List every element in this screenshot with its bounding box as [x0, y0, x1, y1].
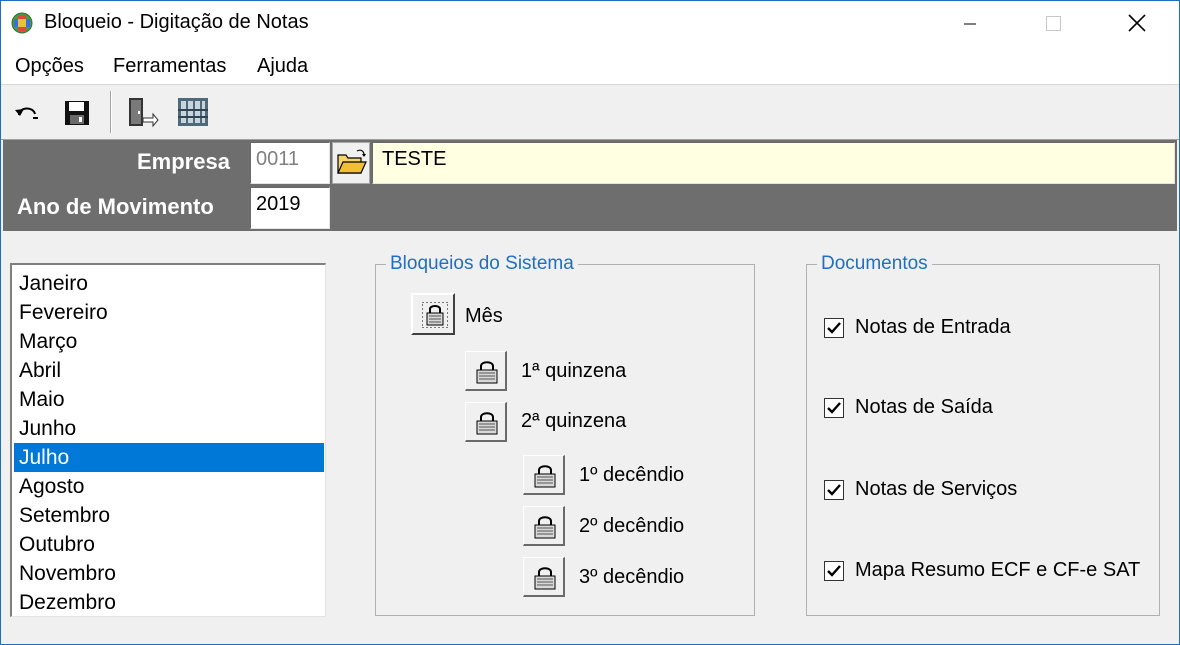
- list-item[interactable]: Junho: [14, 414, 324, 443]
- list-item[interactable]: Setembro: [14, 501, 324, 530]
- save-button[interactable]: [59, 94, 95, 130]
- list-item-selected[interactable]: Julho: [14, 443, 324, 472]
- lock-decendio-2-button[interactable]: [523, 506, 565, 546]
- list-item[interactable]: Maio: [14, 385, 324, 414]
- list-item[interactable]: Dezembro: [14, 588, 324, 616]
- main-window: Bloqueio - Digitação de Notas Opções Fer…: [0, 0, 1180, 645]
- folder-open-icon: [337, 149, 367, 174]
- window-title: Bloqueio - Digitação de Notas: [44, 11, 309, 33]
- decendio-1-label: 1º decêndio: [579, 464, 685, 486]
- bloqueios-group: Bloqueios do Sistema Mês 1ª quinzena 2ª …: [375, 253, 755, 616]
- list-item[interactable]: Março: [14, 327, 324, 356]
- list-item[interactable]: Abril: [14, 356, 324, 385]
- list-item[interactable]: Janeiro: [14, 269, 324, 298]
- notas-entrada-label: Notas de Entrada: [855, 316, 1011, 338]
- header-panel: Empresa 0011 TESTE Ano de Movimento 2019: [3, 140, 1177, 231]
- save-icon: [65, 101, 89, 125]
- notas-servicos-checkbox[interactable]: [824, 480, 844, 500]
- undo-button[interactable]: [9, 94, 45, 130]
- decendio-3-label: 3º decêndio: [579, 566, 685, 588]
- toolbar-separator: [110, 91, 112, 133]
- report-icon: [178, 98, 208, 126]
- minimize-button[interactable]: [941, 1, 999, 47]
- notas-servicos-label: Notas de Serviços: [855, 478, 1018, 500]
- documentos-group-title: Documentos: [817, 253, 932, 275]
- maximize-button[interactable]: [1025, 1, 1083, 47]
- menu-bar: Opções Ferramentas Ajuda: [1, 47, 1179, 85]
- lock-icon: [534, 516, 556, 539]
- checkmark-icon: [827, 565, 841, 577]
- mes-label: Mês: [465, 305, 503, 327]
- close-button[interactable]: [1109, 1, 1167, 47]
- lock-decendio-3-button[interactable]: [523, 557, 565, 597]
- notas-saida-checkbox[interactable]: [824, 398, 844, 418]
- list-item[interactable]: Outubro: [14, 530, 324, 559]
- empresa-name-field[interactable]: TESTE: [372, 142, 1175, 184]
- lock-decendio-1-button[interactable]: [523, 455, 565, 495]
- maximize-icon: [1046, 16, 1061, 31]
- decendio-2-label: 2º decêndio: [579, 515, 685, 537]
- list-item[interactable]: Novembro: [14, 559, 324, 588]
- mapa-resumo-label: Mapa Resumo ECF e CF-e SAT: [855, 559, 1141, 581]
- menu-ferramentas[interactable]: Ferramentas: [113, 55, 226, 78]
- toolbar: [1, 85, 1179, 140]
- notas-saida-label: Notas de Saída: [855, 396, 993, 418]
- exit-door-icon: [129, 98, 159, 128]
- lock-icon: [534, 465, 556, 488]
- quinzena-1-label: 1ª quinzena: [521, 360, 627, 382]
- checkmark-icon: [827, 484, 841, 496]
- empresa-code-field[interactable]: 0011: [250, 142, 330, 184]
- close-icon: [1128, 14, 1146, 32]
- menu-opcoes[interactable]: Opções: [15, 55, 84, 78]
- checkmark-icon: [827, 402, 841, 414]
- exit-button[interactable]: [123, 94, 159, 130]
- menu-ajuda[interactable]: Ajuda: [257, 55, 308, 78]
- app-logo-icon: [11, 12, 33, 34]
- quinzena-2-label: 2ª quinzena: [521, 410, 627, 432]
- ano-field[interactable]: 2019: [250, 187, 330, 229]
- bloqueios-group-title: Bloqueios do Sistema: [386, 253, 578, 275]
- lock-icon: [476, 412, 498, 435]
- empresa-label: Empresa: [137, 149, 230, 174]
- lock-icon: [422, 302, 448, 328]
- open-empresa-button[interactable]: [332, 142, 370, 184]
- list-item[interactable]: Agosto: [14, 472, 324, 501]
- undo-icon: [15, 107, 38, 119]
- lock-icon: [476, 361, 498, 384]
- lock-quinzena-2-button[interactable]: [465, 402, 507, 442]
- list-item[interactable]: Fevereiro: [14, 298, 324, 327]
- checkmark-icon: [827, 322, 841, 334]
- lock-quinzena-1-button[interactable]: [465, 351, 507, 391]
- lock-mes-button[interactable]: [411, 293, 455, 335]
- mapa-resumo-checkbox[interactable]: [824, 561, 844, 581]
- lock-icon: [534, 567, 556, 590]
- documentos-group: Documentos Notas de Entrada Notas de Saí…: [806, 253, 1160, 616]
- ano-label: Ano de Movimento: [17, 194, 214, 219]
- month-list[interactable]: Janeiro Fevereiro Março Abril Maio Junho…: [10, 263, 326, 617]
- title-bar: Bloqueio - Digitação de Notas: [1, 1, 1179, 47]
- notas-entrada-checkbox[interactable]: [824, 318, 844, 338]
- report-button[interactable]: [175, 94, 211, 130]
- minimize-icon: [964, 23, 976, 25]
